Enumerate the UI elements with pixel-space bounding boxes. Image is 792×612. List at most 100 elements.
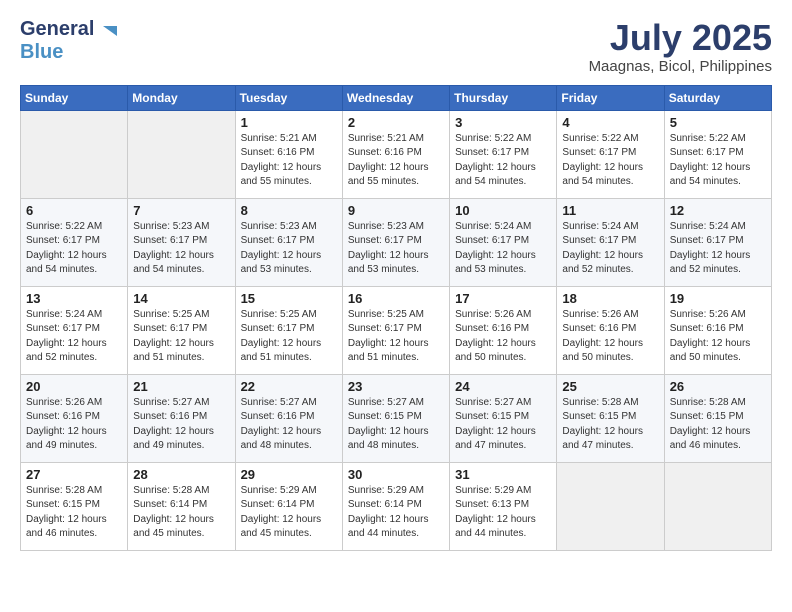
day-info: Sunrise: 5:24 AM Sunset: 6:17 PM Dayligh… bbox=[455, 220, 552, 278]
day-info: Sunrise: 5:27 AM Sunset: 6:16 PM Dayligh… bbox=[133, 396, 230, 454]
day-info: Sunrise: 5:25 AM Sunset: 6:17 PM Dayligh… bbox=[348, 308, 445, 366]
weekday-header-tuesday: Tuesday bbox=[235, 85, 342, 110]
calendar-cell bbox=[128, 110, 235, 198]
day-info: Sunrise: 5:22 AM Sunset: 6:17 PM Dayligh… bbox=[26, 220, 123, 278]
calendar-cell: 20 Sunrise: 5:26 AM Sunset: 6:16 PM Dayli… bbox=[21, 374, 128, 462]
day-number: 13 bbox=[26, 291, 123, 306]
day-info: Sunrise: 5:28 AM Sunset: 6:15 PM Dayligh… bbox=[670, 396, 767, 454]
day-number: 5 bbox=[670, 115, 767, 130]
calendar-cell: 4 Sunrise: 5:22 AM Sunset: 6:17 PM Daylig… bbox=[557, 110, 664, 198]
day-info: Sunrise: 5:24 AM Sunset: 6:17 PM Dayligh… bbox=[562, 220, 659, 278]
calendar-cell: 14Sunrise: 5:25 AM Sunset: 6:17 PM Dayli… bbox=[128, 286, 235, 374]
day-number: 25 bbox=[562, 379, 659, 394]
day-info: Sunrise: 5:27 AM Sunset: 6:16 PM Dayligh… bbox=[241, 396, 338, 454]
calendar-cell: 5 Sunrise: 5:22 AM Sunset: 6:17 PM Daylig… bbox=[664, 110, 771, 198]
day-info: Sunrise: 5:29 AM Sunset: 6:13 PM Dayligh… bbox=[455, 484, 552, 542]
calendar-cell: 3Sunrise: 5:22 AM Sunset: 6:17 PM Daylig… bbox=[450, 110, 557, 198]
calendar-cell bbox=[557, 462, 664, 550]
calendar-cell: 9Sunrise: 5:23 AM Sunset: 6:17 PM Daylig… bbox=[342, 198, 449, 286]
calendar-cell: 16Sunrise: 5:25 AM Sunset: 6:17 PM Dayli… bbox=[342, 286, 449, 374]
title-block: July 2025 Maagnas, Bicol, Philippines bbox=[589, 18, 772, 75]
day-number: 31 bbox=[455, 467, 552, 482]
calendar-cell: 10 Sunrise: 5:24 AM Sunset: 6:17 PM Dayli… bbox=[450, 198, 557, 286]
month-title: July 2025 bbox=[589, 18, 772, 58]
calendar-cell bbox=[21, 110, 128, 198]
day-number: 30 bbox=[348, 467, 445, 482]
day-info: Sunrise: 5:23 AM Sunset: 6:17 PM Dayligh… bbox=[133, 220, 230, 278]
calendar-week-row: 27 Sunrise: 5:28 AM Sunset: 6:15 PM Dayli… bbox=[21, 462, 772, 550]
weekday-header-saturday: Saturday bbox=[664, 85, 771, 110]
day-number: 15 bbox=[241, 291, 338, 306]
calendar-cell: 1 Sunrise: 5:21 AM Sunset: 6:16 PM Daylig… bbox=[235, 110, 342, 198]
calendar-cell: 25 Sunrise: 5:28 AM Sunset: 6:15 PM Dayli… bbox=[557, 374, 664, 462]
day-info: Sunrise: 5:25 AM Sunset: 6:17 PM Dayligh… bbox=[133, 308, 230, 366]
day-info: Sunrise: 5:22 AM Sunset: 6:17 PM Dayligh… bbox=[562, 132, 659, 190]
calendar-cell: 28Sunrise: 5:28 AM Sunset: 6:14 PM Dayli… bbox=[128, 462, 235, 550]
day-info: Sunrise: 5:28 AM Sunset: 6:15 PM Dayligh… bbox=[26, 484, 123, 542]
day-number: 9 bbox=[348, 203, 445, 218]
calendar-cell: 30 Sunrise: 5:29 AM Sunset: 6:14 PM Dayli… bbox=[342, 462, 449, 550]
day-info: Sunrise: 5:27 AM Sunset: 6:15 PM Dayligh… bbox=[455, 396, 552, 454]
calendar-cell: 31 Sunrise: 5:29 AM Sunset: 6:13 PM Dayli… bbox=[450, 462, 557, 550]
day-number: 20 bbox=[26, 379, 123, 394]
day-number: 23 bbox=[348, 379, 445, 394]
day-info: Sunrise: 5:26 AM Sunset: 6:16 PM Dayligh… bbox=[670, 308, 767, 366]
day-info: Sunrise: 5:24 AM Sunset: 6:17 PM Dayligh… bbox=[670, 220, 767, 278]
calendar-cell: 12 Sunrise: 5:24 AM Sunset: 6:17 PM Dayli… bbox=[664, 198, 771, 286]
page-header: General Blue July 2025 Maagnas, Bicol, P… bbox=[20, 18, 772, 75]
day-number: 6 bbox=[26, 203, 123, 218]
day-info: Sunrise: 5:21 AM Sunset: 6:16 PM Dayligh… bbox=[241, 132, 338, 190]
day-number: 29 bbox=[241, 467, 338, 482]
calendar-cell: 13 Sunrise: 5:24 AM Sunset: 6:17 PM Dayli… bbox=[21, 286, 128, 374]
day-info: Sunrise: 5:24 AM Sunset: 6:17 PM Dayligh… bbox=[26, 308, 123, 366]
day-info: Sunrise: 5:22 AM Sunset: 6:17 PM Dayligh… bbox=[670, 132, 767, 190]
day-number: 19 bbox=[670, 291, 767, 306]
calendar-cell: 18 Sunrise: 5:26 AM Sunset: 6:16 PM Dayli… bbox=[557, 286, 664, 374]
weekday-header-wednesday: Wednesday bbox=[342, 85, 449, 110]
day-number: 21 bbox=[133, 379, 230, 394]
calendar-cell: 15Sunrise: 5:25 AM Sunset: 6:17 PM Dayli… bbox=[235, 286, 342, 374]
weekday-header-sunday: Sunday bbox=[21, 85, 128, 110]
day-number: 4 bbox=[562, 115, 659, 130]
day-number: 17 bbox=[455, 291, 552, 306]
calendar-cell: 7 Sunrise: 5:23 AM Sunset: 6:17 PM Daylig… bbox=[128, 198, 235, 286]
calendar-cell: 17 Sunrise: 5:26 AM Sunset: 6:16 PM Dayli… bbox=[450, 286, 557, 374]
calendar-table: SundayMondayTuesdayWednesdayThursdayFrid… bbox=[20, 85, 772, 551]
day-number: 1 bbox=[241, 115, 338, 130]
calendar-cell bbox=[664, 462, 771, 550]
calendar-cell: 2 Sunrise: 5:21 AM Sunset: 6:16 PM Daylig… bbox=[342, 110, 449, 198]
logo: General Blue bbox=[20, 18, 119, 64]
day-info: Sunrise: 5:23 AM Sunset: 6:17 PM Dayligh… bbox=[241, 220, 338, 278]
day-info: Sunrise: 5:26 AM Sunset: 6:16 PM Dayligh… bbox=[455, 308, 552, 366]
day-number: 7 bbox=[133, 203, 230, 218]
logo-wordmark: General Blue bbox=[20, 18, 119, 64]
calendar-cell: 27 Sunrise: 5:28 AM Sunset: 6:15 PM Dayli… bbox=[21, 462, 128, 550]
day-number: 2 bbox=[348, 115, 445, 130]
day-number: 8 bbox=[241, 203, 338, 218]
calendar-week-row: 20 Sunrise: 5:26 AM Sunset: 6:16 PM Dayli… bbox=[21, 374, 772, 462]
day-info: Sunrise: 5:29 AM Sunset: 6:14 PM Dayligh… bbox=[241, 484, 338, 542]
day-number: 18 bbox=[562, 291, 659, 306]
day-number: 27 bbox=[26, 467, 123, 482]
calendar-cell: 21 Sunrise: 5:27 AM Sunset: 6:16 PM Dayli… bbox=[128, 374, 235, 462]
calendar-cell: 6 Sunrise: 5:22 AM Sunset: 6:17 PM Daylig… bbox=[21, 198, 128, 286]
calendar-cell: 24 Sunrise: 5:27 AM Sunset: 6:15 PM Dayli… bbox=[450, 374, 557, 462]
calendar-cell: 11Sunrise: 5:24 AM Sunset: 6:17 PM Dayli… bbox=[557, 198, 664, 286]
calendar-cell: 19 Sunrise: 5:26 AM Sunset: 6:16 PM Dayli… bbox=[664, 286, 771, 374]
day-info: Sunrise: 5:21 AM Sunset: 6:16 PM Dayligh… bbox=[348, 132, 445, 190]
day-number: 3 bbox=[455, 115, 552, 130]
day-info: Sunrise: 5:26 AM Sunset: 6:16 PM Dayligh… bbox=[26, 396, 123, 454]
day-number: 10 bbox=[455, 203, 552, 218]
day-info: Sunrise: 5:29 AM Sunset: 6:14 PM Dayligh… bbox=[348, 484, 445, 542]
calendar-week-row: 13 Sunrise: 5:24 AM Sunset: 6:17 PM Dayli… bbox=[21, 286, 772, 374]
calendar-week-row: 6 Sunrise: 5:22 AM Sunset: 6:17 PM Daylig… bbox=[21, 198, 772, 286]
day-number: 24 bbox=[455, 379, 552, 394]
day-number: 12 bbox=[670, 203, 767, 218]
day-info: Sunrise: 5:26 AM Sunset: 6:16 PM Dayligh… bbox=[562, 308, 659, 366]
logo-chevron-icon bbox=[101, 22, 119, 40]
calendar-cell: 8 Sunrise: 5:23 AM Sunset: 6:17 PM Daylig… bbox=[235, 198, 342, 286]
calendar-week-row: 1 Sunrise: 5:21 AM Sunset: 6:16 PM Daylig… bbox=[21, 110, 772, 198]
weekday-header-friday: Friday bbox=[557, 85, 664, 110]
day-info: Sunrise: 5:28 AM Sunset: 6:15 PM Dayligh… bbox=[562, 396, 659, 454]
calendar-cell: 23Sunrise: 5:27 AM Sunset: 6:15 PM Dayli… bbox=[342, 374, 449, 462]
